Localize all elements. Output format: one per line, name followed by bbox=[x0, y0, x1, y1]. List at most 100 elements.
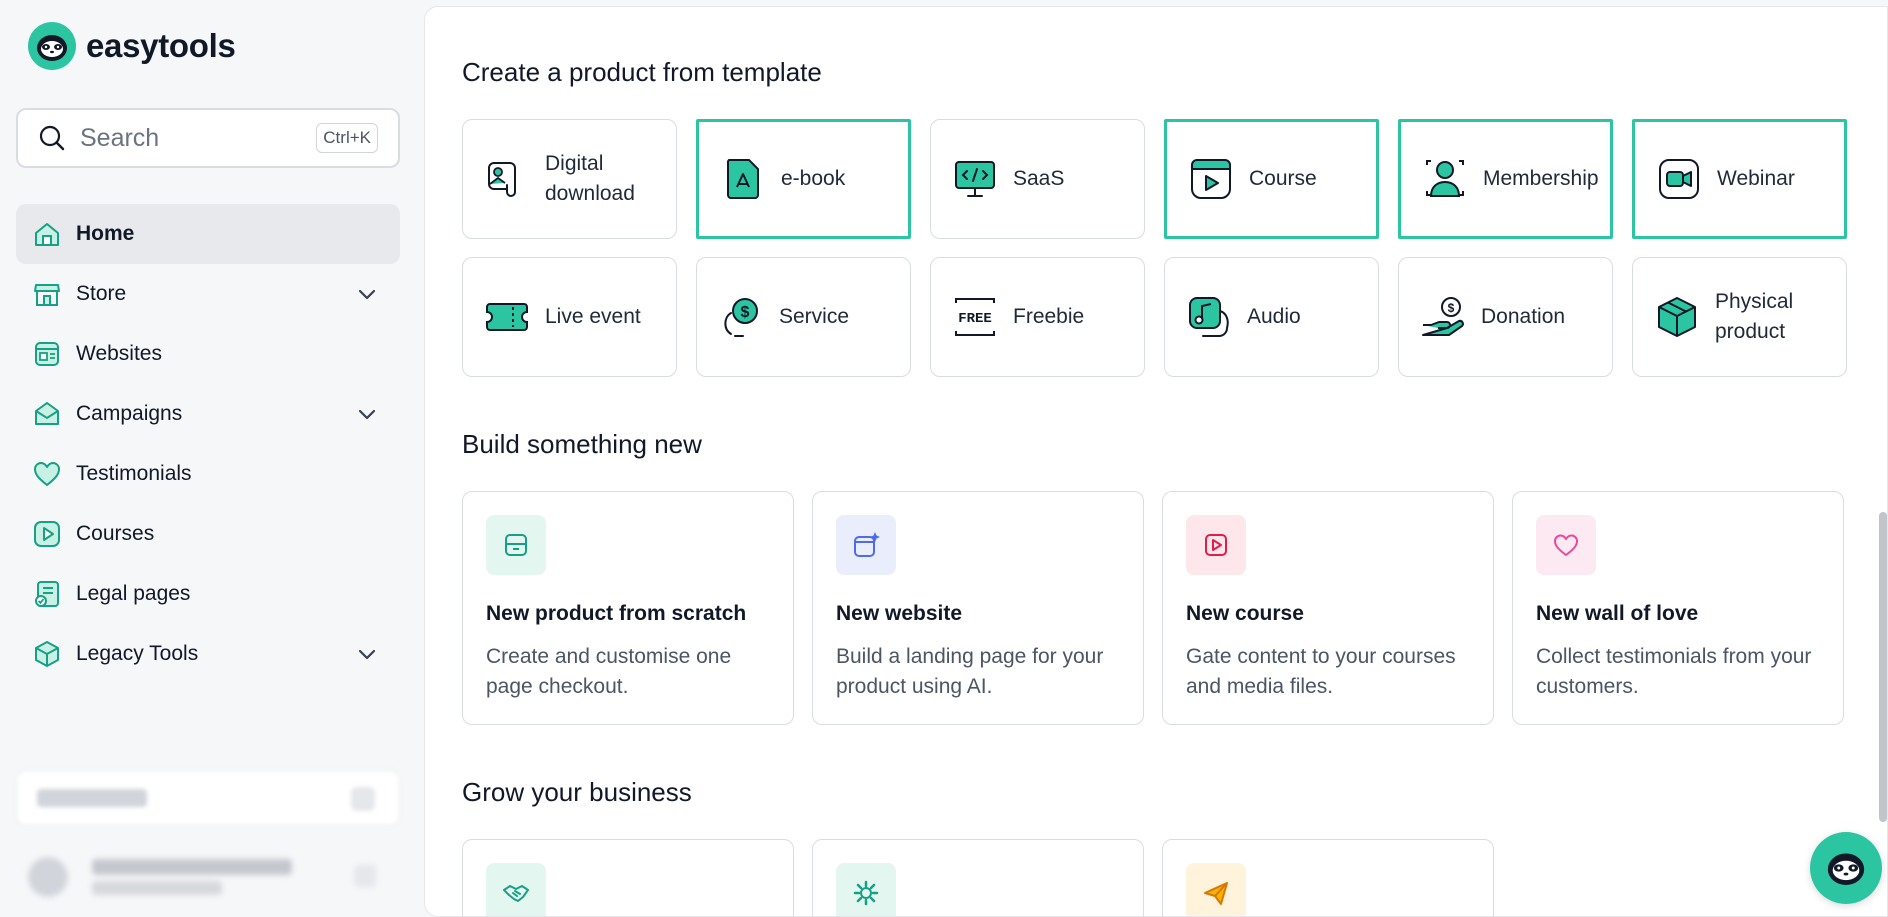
card-title: New website bbox=[836, 602, 963, 625]
template-label: e-book bbox=[781, 167, 846, 190]
template-label: Donation bbox=[1481, 305, 1566, 328]
package-icon bbox=[486, 515, 546, 575]
template-membership[interactable]: Membership bbox=[1398, 119, 1613, 239]
brand-name: easytools bbox=[86, 27, 236, 64]
heart-icon bbox=[1536, 515, 1596, 575]
sidebar-nav: Home Store Websites Campaigns Testimonia… bbox=[16, 204, 400, 684]
card-description: Collect testimonials from your customers… bbox=[1536, 645, 1812, 698]
card-grow-automation[interactable] bbox=[812, 839, 1144, 916]
webinar-icon bbox=[1659, 159, 1699, 199]
chevron-down-icon[interactable] bbox=[356, 283, 378, 305]
template-label: Freebie bbox=[1013, 305, 1085, 328]
more-icon[interactable] bbox=[354, 865, 376, 887]
search-input[interactable]: Search Ctrl+K bbox=[16, 108, 400, 168]
ebook-icon bbox=[726, 159, 759, 199]
svg-text:$: $ bbox=[741, 304, 750, 321]
play-icon bbox=[1186, 515, 1246, 575]
blurred-text bbox=[92, 881, 222, 895]
service-icon: $ bbox=[724, 298, 758, 337]
sidebar-item-label: Testimonials bbox=[76, 462, 192, 485]
audio-icon bbox=[1189, 297, 1229, 337]
search-icon bbox=[39, 125, 65, 151]
sidebar-item-legal-pages[interactable]: Legal pages bbox=[16, 564, 400, 624]
sidebar-item-campaigns[interactable]: Campaigns bbox=[16, 384, 400, 444]
sidebar-item-home[interactable]: Home bbox=[16, 204, 400, 264]
sidebar-item-legacy-tools[interactable]: Legacy Tools bbox=[16, 624, 400, 684]
card-new-product[interactable]: New product from scratch Create and cust… bbox=[462, 491, 794, 725]
template-physical-product[interactable]: Physical product bbox=[1632, 257, 1847, 377]
template-donation[interactable]: $ Donation bbox=[1398, 257, 1613, 377]
template-service[interactable]: $ Service bbox=[696, 257, 911, 377]
sloth-logo-icon bbox=[28, 22, 76, 70]
sidebar-item-label: Store bbox=[76, 282, 127, 305]
svg-text:$: $ bbox=[1448, 301, 1455, 315]
card-grow-partnership[interactable] bbox=[462, 839, 794, 916]
sloth-chat-icon bbox=[1827, 853, 1865, 885]
websites-icon bbox=[35, 342, 59, 366]
template-live-event[interactable]: Live event bbox=[462, 257, 677, 377]
chevron-down-icon[interactable] bbox=[356, 403, 378, 425]
physical-product-icon bbox=[1658, 297, 1696, 337]
sidebar-item-label: Websites bbox=[76, 342, 162, 365]
template-label: Audio bbox=[1247, 305, 1301, 328]
template-label: Membership bbox=[1483, 167, 1599, 190]
saas-icon bbox=[955, 161, 995, 197]
store-icon bbox=[34, 284, 60, 306]
template-label: Course bbox=[1249, 167, 1317, 190]
template-saas[interactable]: SaaS bbox=[930, 119, 1145, 239]
template-course[interactable]: Course bbox=[1164, 119, 1379, 239]
card-new-wall-of-love[interactable]: New wall of love Collect testimonials fr… bbox=[1512, 491, 1844, 725]
template-audio[interactable]: Audio bbox=[1164, 257, 1379, 377]
sidebar-item-label: Campaigns bbox=[76, 402, 183, 425]
sidebar: easytools Search Ctrl+K Home Store Websi… bbox=[0, 0, 424, 917]
card-title: New course bbox=[1186, 602, 1304, 625]
template-label: Live event bbox=[545, 305, 641, 328]
templates-title: Create a product from template bbox=[462, 57, 822, 87]
template-label: Physical product bbox=[1715, 290, 1794, 343]
card-title: New product from scratch bbox=[486, 602, 747, 625]
handshake-icon bbox=[486, 863, 546, 916]
chat-widget-button[interactable] bbox=[1810, 832, 1882, 904]
avatar bbox=[28, 857, 68, 897]
brand-logo[interactable]: easytools bbox=[28, 22, 236, 70]
template-digital-download[interactable]: Digital download bbox=[462, 119, 677, 239]
sidebar-item-websites[interactable]: Websites bbox=[16, 324, 400, 384]
workspace-switcher[interactable] bbox=[16, 770, 400, 826]
template-label: Digital download bbox=[545, 152, 635, 205]
card-grow-marketing[interactable] bbox=[1162, 839, 1494, 916]
chevron-down-icon[interactable] bbox=[356, 643, 378, 665]
search-shortcut: Ctrl+K bbox=[316, 123, 378, 153]
user-profile[interactable] bbox=[16, 845, 400, 905]
box-icon bbox=[35, 641, 59, 667]
grow-title: Grow your business bbox=[462, 777, 692, 807]
sidebar-item-courses[interactable]: Courses bbox=[16, 504, 400, 564]
svg-text:FREE: FREE bbox=[958, 311, 992, 327]
scrollbar[interactable] bbox=[1879, 512, 1887, 822]
template-freebie[interactable]: FREE Freebie bbox=[930, 257, 1145, 377]
card-title: New wall of love bbox=[1536, 602, 1699, 625]
card-new-website[interactable]: New website Build a landing page for you… bbox=[812, 491, 1144, 725]
paper-plane-icon bbox=[1186, 863, 1246, 916]
card-new-course[interactable]: New course Gate content to your courses … bbox=[1162, 491, 1494, 725]
sidebar-item-label: Home bbox=[76, 222, 135, 245]
template-webinar[interactable]: Webinar bbox=[1632, 119, 1847, 239]
play-icon bbox=[34, 521, 60, 547]
sidebar-item-store[interactable]: Store bbox=[16, 264, 400, 324]
campaigns-icon bbox=[35, 402, 59, 425]
main-panel: Create a product from template Digital d… bbox=[424, 6, 1888, 917]
free-icon: FREE bbox=[955, 298, 995, 336]
heart-icon bbox=[34, 462, 60, 486]
template-label: Webinar bbox=[1717, 167, 1795, 190]
template-label: Service bbox=[779, 305, 850, 328]
sidebar-item-label: Legal pages bbox=[76, 582, 191, 605]
ai-website-icon bbox=[836, 515, 896, 575]
template-ebook[interactable]: e-book bbox=[696, 119, 911, 239]
sidebar-item-testimonials[interactable]: Testimonials bbox=[16, 444, 400, 504]
legal-icon bbox=[35, 581, 59, 607]
blurred-icon bbox=[351, 787, 375, 811]
sidebar-item-label: Courses bbox=[76, 522, 155, 545]
course-icon bbox=[1191, 159, 1231, 199]
build-title: Build something new bbox=[462, 429, 702, 459]
card-description: Build a landing page for your product us… bbox=[836, 645, 1104, 698]
template-label: SaaS bbox=[1013, 167, 1065, 190]
